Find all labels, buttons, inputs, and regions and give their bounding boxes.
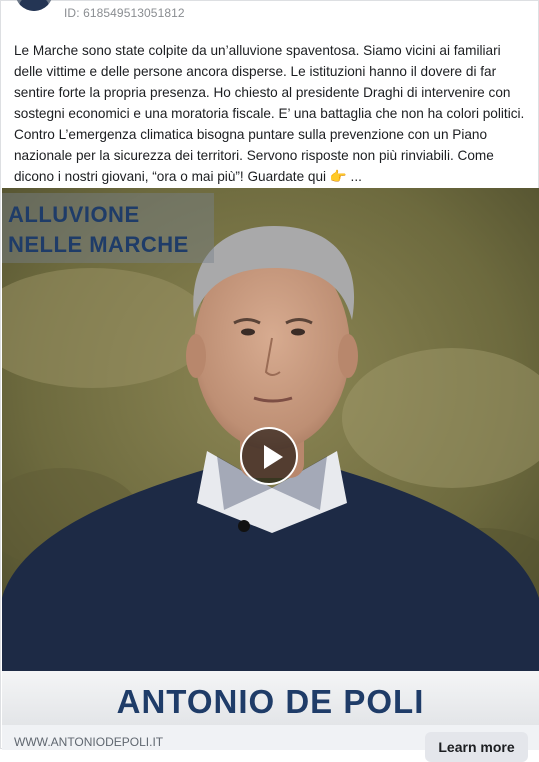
play-button[interactable] <box>240 427 298 485</box>
overlay-title-line1: ALLUVIONE <box>8 202 140 227</box>
learn-more-button[interactable]: Learn more <box>425 732 528 762</box>
ad-id: ID: 618549513051812 <box>64 6 185 20</box>
name-banner: ANTONIO DE POLI <box>2 671 539 725</box>
ad-header: ID: 618549513051812 <box>1 0 539 25</box>
overlay-title-line2: NELLE MARCHE <box>8 232 189 257</box>
name-banner-text: ANTONIO DE POLI <box>116 683 425 720</box>
ad-card: ID: 618549513051812 Le Marche sono state… <box>0 0 539 762</box>
link-domain[interactable]: WWW.ANTONIODEPOLI.IT <box>14 735 163 749</box>
advertiser-avatar[interactable] <box>15 0 53 11</box>
cta-bar[interactable]: WWW.ANTONIODEPOLI.IT Learn more <box>2 725 539 762</box>
play-icon <box>264 445 283 469</box>
video-title-overlay: ALLUVIONE NELLE MARCHE <box>2 193 214 263</box>
ad-body-text: Le Marche sono state colpite da un’alluv… <box>14 43 525 184</box>
